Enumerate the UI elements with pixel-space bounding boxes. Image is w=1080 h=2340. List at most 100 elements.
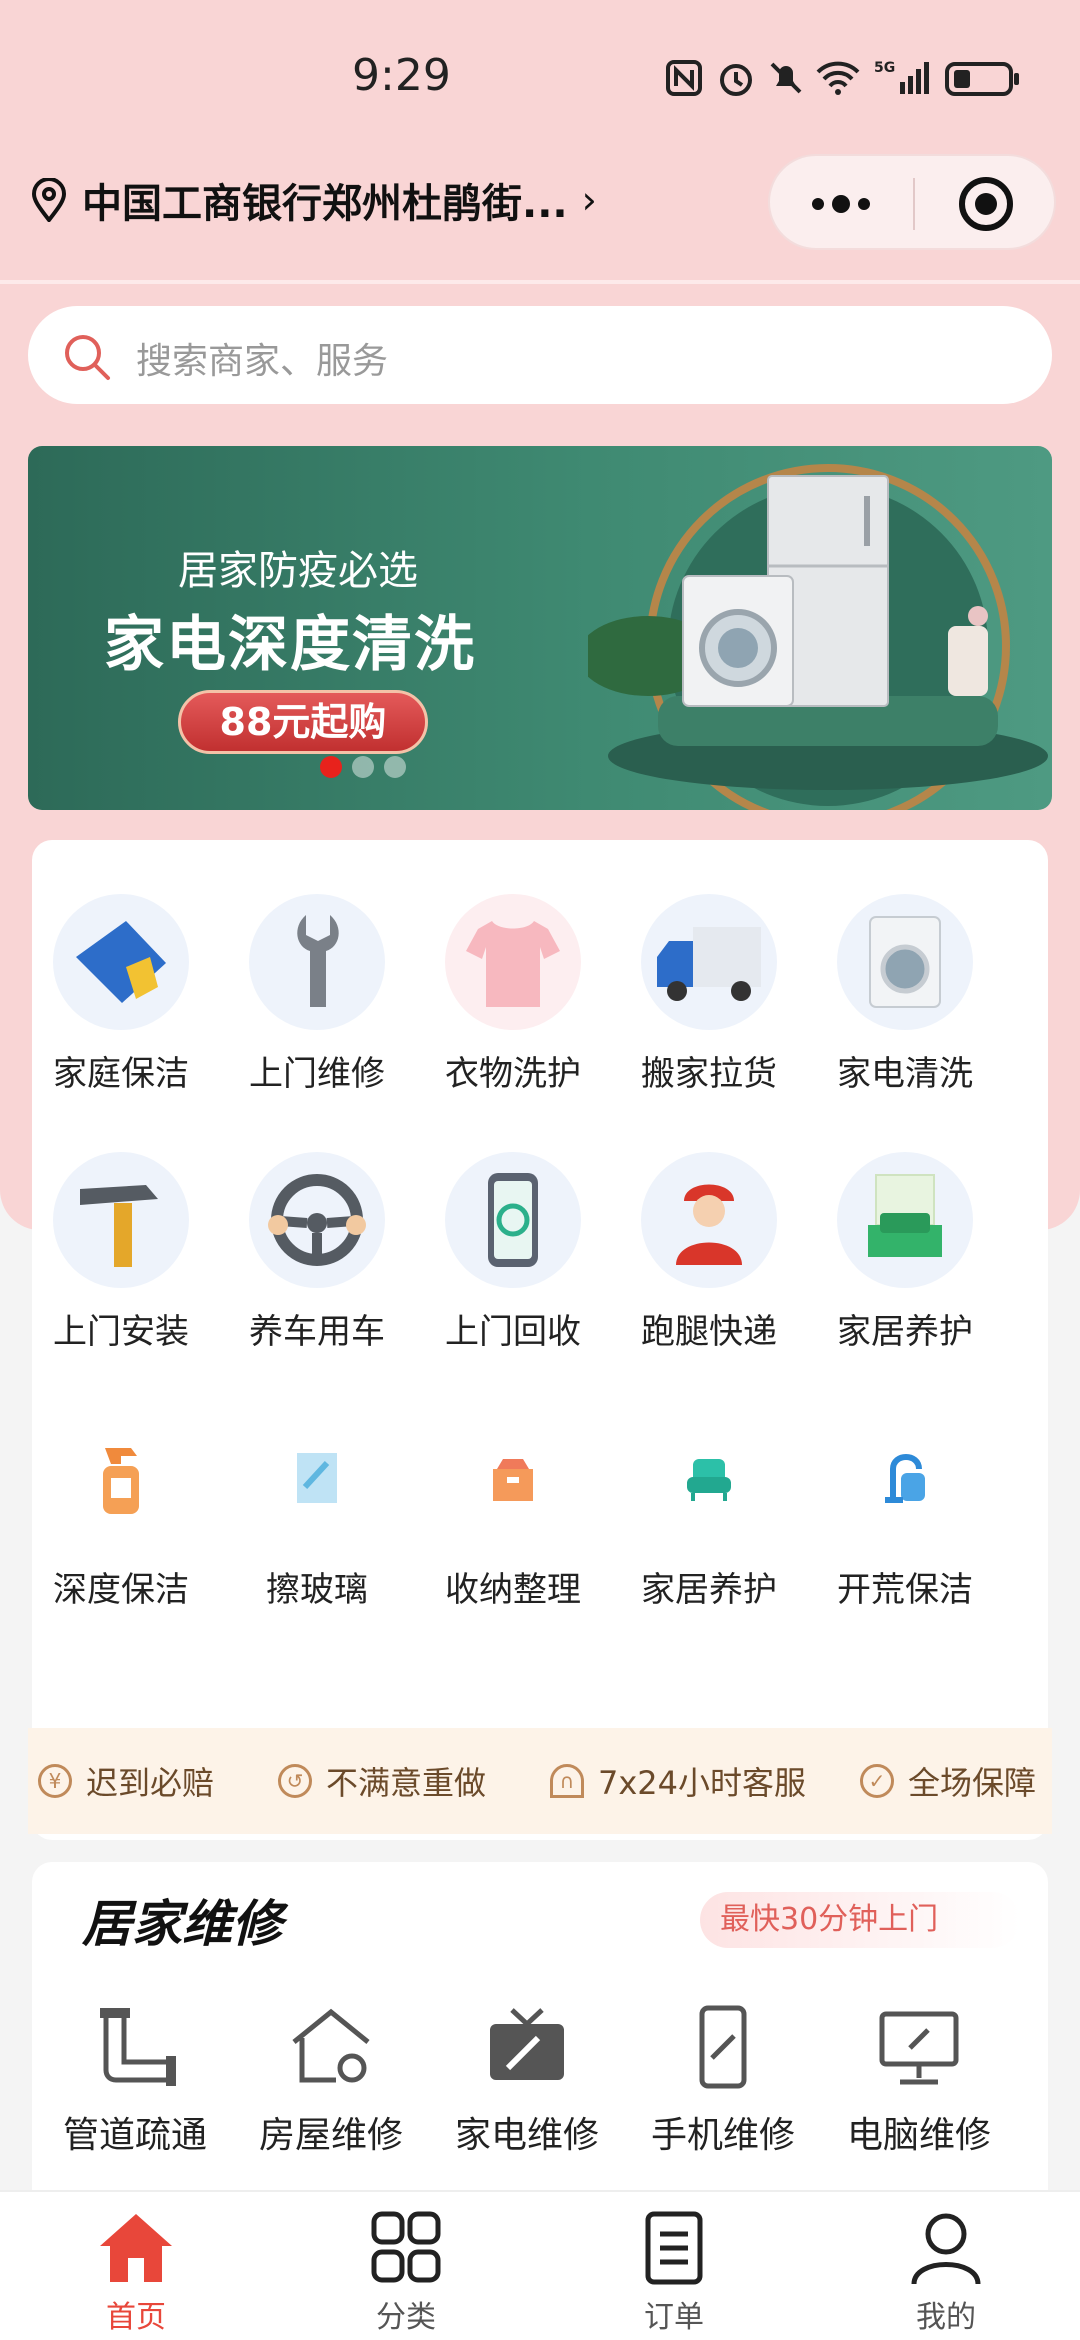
promo-banner[interactable]: 居家防疫必选 家电深度清洗 88元起购 <box>28 446 1052 810</box>
pipe-icon <box>100 2008 176 2086</box>
spray-bottle-icon <box>53 1410 189 1546</box>
banner-cta-button[interactable]: 88元起购 <box>178 690 428 754</box>
service-window-cleaning[interactable]: 擦玻璃 <box>242 1410 392 1611</box>
storage-box-icon <box>445 1410 581 1546</box>
tab-label: 首页 <box>106 2300 166 2335</box>
service-organizing[interactable]: 收纳整理 <box>438 1410 588 1611</box>
repair-house[interactable]: 房屋维修 <box>246 2002 416 2158</box>
banner-title: 家电深度清洗 <box>104 610 476 680</box>
redo-icon: ↺ <box>278 1764 312 1798</box>
capsule-divider <box>913 178 915 230</box>
carousel-dot[interactable] <box>352 756 374 778</box>
home-repair-card: 居家维修 最快30分钟上门 管道疏通 房屋维修 家电维修 手机维修 电脑维修 <box>32 1862 1048 2192</box>
washing-machine-icon <box>837 894 973 1030</box>
armchair-icon <box>641 1410 777 1546</box>
service-moving[interactable]: 搬家拉货 <box>634 894 784 1095</box>
tab-label: 分类 <box>376 2300 436 2335</box>
guarantee-support: ∩ 7x24小时客服 <box>550 1758 806 1804</box>
repair-pipe[interactable]: 管道疏通 <box>50 2002 220 2158</box>
service-appliance-cleaning[interactable]: 家电清洗 <box>830 894 980 1095</box>
service-label: 家庭保洁 <box>53 1054 189 1094</box>
service-recycle[interactable]: 上门回收 <box>438 1152 588 1353</box>
service-label: 擦玻璃 <box>266 1570 368 1610</box>
header-divider <box>0 280 1080 284</box>
bottom-tab-bar: 首页 分类 订单 我的 <box>0 2190 1080 2340</box>
repair-phone[interactable]: 手机维修 <box>638 2002 808 2158</box>
tab-label: 我的 <box>916 2300 976 2335</box>
house-gear-icon <box>292 2008 370 2083</box>
service-laundry[interactable]: 衣物洗护 <box>438 894 588 1095</box>
tshirt-icon <box>445 894 581 1030</box>
tv-repair-icon <box>490 2008 564 2080</box>
repair-label: 房屋维修 <box>258 2115 403 2156</box>
status-time: 9:29 <box>352 50 451 101</box>
repair-appliance[interactable]: 家电维修 <box>442 2002 612 2158</box>
wifi-icon <box>816 61 860 95</box>
location-pin-icon <box>31 178 67 222</box>
service-label: 家居养护 <box>641 1570 777 1610</box>
service-home-care[interactable]: 家居养护 <box>830 1152 980 1353</box>
service-home-cleaning[interactable]: 家庭保洁 <box>46 894 196 1095</box>
service-car[interactable]: 养车用车 <box>242 1152 392 1353</box>
wrench-icon <box>249 894 385 1030</box>
order-icon <box>645 2211 703 2285</box>
tab-home[interactable]: 首页 <box>66 2210 206 2336</box>
service-errand[interactable]: 跑腿快递 <box>634 1152 784 1353</box>
service-post-renovation-cleaning[interactable]: 开荒保洁 <box>830 1410 980 1611</box>
courier-icon <box>641 1152 777 1288</box>
service-installation[interactable]: 上门安装 <box>46 1152 196 1353</box>
service-grid-card: 家庭保洁 上门维修 衣物洗护 搬家拉货 家电清洗 上门安装 养车用车 上门回收 … <box>32 840 1048 1840</box>
nfc-icon <box>666 60 702 96</box>
tab-category[interactable]: 分类 <box>336 2210 476 2336</box>
battery-icon <box>945 62 1019 96</box>
miniapp-capsule <box>768 154 1056 250</box>
repair-label: 家电维修 <box>454 2115 599 2156</box>
service-label: 衣物洗护 <box>445 1054 581 1094</box>
signal-5g-icon: 5G <box>874 60 929 94</box>
more-icon[interactable] <box>806 186 876 222</box>
yen-icon: ¥ <box>38 1764 72 1798</box>
repair-label: 电脑维修 <box>846 2115 991 2156</box>
svg-text:5G: 5G <box>874 60 895 76</box>
hammer-icon <box>53 1152 189 1288</box>
repair-label: 手机维修 <box>650 2115 795 2156</box>
location-text: 中国工商银行郑州杜鹃街... <box>82 181 568 227</box>
service-label: 上门安装 <box>53 1312 189 1352</box>
close-target-icon[interactable] <box>956 174 1016 234</box>
service-label: 上门维修 <box>249 1054 385 1094</box>
service-home-maintenance[interactable]: 家居养护 <box>634 1410 784 1611</box>
carousel-dot[interactable] <box>384 756 406 778</box>
guarantee-label: 全场保障 <box>908 1764 1037 1802</box>
guarantee-label: 7x24小时客服 <box>598 1764 807 1802</box>
steering-wheel-icon <box>249 1152 385 1288</box>
guarantee-label: 迟到必赔 <box>86 1764 215 1802</box>
carousel-dot-active[interactable] <box>320 756 342 778</box>
service-repair[interactable]: 上门维修 <box>242 894 392 1095</box>
service-label: 家电清洗 <box>837 1054 973 1094</box>
guarantee-label: 不满意重做 <box>326 1764 487 1802</box>
service-label: 上门回收 <box>445 1312 581 1352</box>
repair-computer[interactable]: 电脑维修 <box>834 2002 1004 2158</box>
service-label: 开荒保洁 <box>837 1570 973 1610</box>
window-wiper-icon <box>249 1410 385 1546</box>
recycle-phone-icon <box>445 1152 581 1288</box>
tab-orders[interactable]: 订单 <box>604 2210 744 2336</box>
service-deep-cleaning[interactable]: 深度保洁 <box>46 1410 196 1611</box>
tab-profile[interactable]: 我的 <box>876 2210 1016 2336</box>
service-label: 收纳整理 <box>445 1570 581 1610</box>
appliance-illustration <box>588 464 1048 810</box>
repair-label: 管道疏通 <box>62 2115 207 2156</box>
search-bar[interactable]: 搜索商家、服务 <box>28 306 1052 404</box>
service-label: 搬家拉货 <box>641 1054 777 1094</box>
truck-icon <box>641 894 777 1030</box>
computer-repair-icon <box>879 2011 959 2085</box>
service-label: 深度保洁 <box>53 1570 189 1610</box>
service-label: 养车用车 <box>249 1312 385 1352</box>
grid-icon <box>371 2211 441 2283</box>
guarantee-protection: ✓ 全场保障 <box>860 1758 1036 1804</box>
sofa-icon <box>837 1152 973 1288</box>
guarantee-bar: ¥ 迟到必赔 ↺ 不满意重做 ∩ 7x24小时客服 ✓ 全场保障 <box>28 1728 1052 1834</box>
repair-speed-tag: 最快30分钟上门 <box>700 1892 1020 1948</box>
location-selector[interactable]: 中国工商银行郑州杜鹃街... › <box>30 170 597 230</box>
banner-subtitle: 居家防疫必选 <box>178 548 418 594</box>
